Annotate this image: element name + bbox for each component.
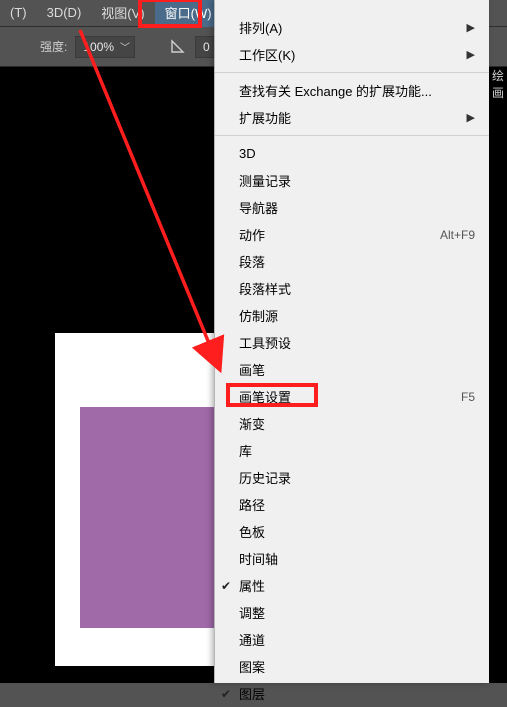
menu-item-measurement[interactable]: 测量记录 — [215, 167, 489, 194]
menu-item-workspace[interactable]: 工作区(K) ▶ — [215, 41, 489, 68]
menu-item-paths[interactable]: 路径 — [215, 491, 489, 518]
purple-rectangle-shape[interactable] — [80, 407, 215, 628]
check-icon: ✔ — [221, 579, 231, 593]
menu-item-navigator[interactable]: 导航器 — [215, 194, 489, 221]
chevron-right-icon: ▶ — [467, 21, 475, 34]
menu-separator — [215, 72, 489, 73]
menu-item-find-exchange[interactable]: 查找有关 Exchange 的扩展功能... — [215, 77, 489, 104]
menu-item-layers[interactable]: ✔ 图层 — [215, 680, 489, 707]
window-menu-dropdown: 排列(A) ▶ 工作区(K) ▶ 查找有关 Exchange 的扩展功能... … — [214, 0, 489, 683]
angle-input[interactable]: 0 — [195, 36, 215, 58]
document-canvas[interactable] — [55, 333, 215, 666]
menu-item-3d-panel[interactable]: 3D — [215, 140, 489, 167]
strength-input[interactable]: 100% ﹀ — [75, 36, 135, 58]
menu-item-clone-source[interactable]: 仿制源 — [215, 302, 489, 329]
menu-item-history[interactable]: 历史记录 — [215, 464, 489, 491]
right-panel-hint: 绘画 — [489, 67, 507, 87]
check-icon: ✔ — [221, 687, 231, 701]
menu-item-view[interactable]: 视图(V) — [91, 0, 154, 27]
menu-item-swatches[interactable]: 色板 — [215, 518, 489, 545]
menu-separator — [215, 135, 489, 136]
menu-item-brushes[interactable]: 画笔 — [215, 356, 489, 383]
menu-item-patterns[interactable]: 图案 — [215, 653, 489, 680]
menu-item-libraries[interactable]: 库 — [215, 437, 489, 464]
menu-item-channels[interactable]: 通道 — [215, 626, 489, 653]
chevron-down-icon: ﹀ — [120, 39, 130, 54]
menu-item-gradients[interactable]: 渐变 — [215, 410, 489, 437]
menu-item-timeline[interactable]: 时间轴 — [215, 545, 489, 572]
menu-item-window[interactable]: 窗口(W) — [155, 0, 222, 27]
menu-item-3d[interactable]: 3D(D) — [37, 1, 92, 25]
menu-item-brush-settings[interactable]: 画笔设置 F5 — [215, 383, 489, 410]
menu-item-actions[interactable]: 动作 Alt+F9 — [215, 221, 489, 248]
menu-item-properties[interactable]: ✔ 属性 — [215, 572, 489, 599]
menu-item-extensions[interactable]: 扩展功能 ▶ — [215, 104, 489, 131]
menu-item-adjustments[interactable]: 调整 — [215, 599, 489, 626]
menu-item-paragraph-styles[interactable]: 段落样式 — [215, 275, 489, 302]
chevron-right-icon: ▶ — [467, 48, 475, 61]
menu-item-paragraph[interactable]: 段落 — [215, 248, 489, 275]
chevron-right-icon: ▶ — [467, 111, 475, 124]
menu-item-arrange[interactable]: 排列(A) ▶ — [215, 14, 489, 41]
angle-icon[interactable] — [169, 38, 187, 56]
menu-item-tool-presets[interactable]: 工具预设 — [215, 329, 489, 356]
strength-label: 强度: — [40, 38, 67, 55]
menu-item-t[interactable]: (T) — [0, 1, 37, 25]
